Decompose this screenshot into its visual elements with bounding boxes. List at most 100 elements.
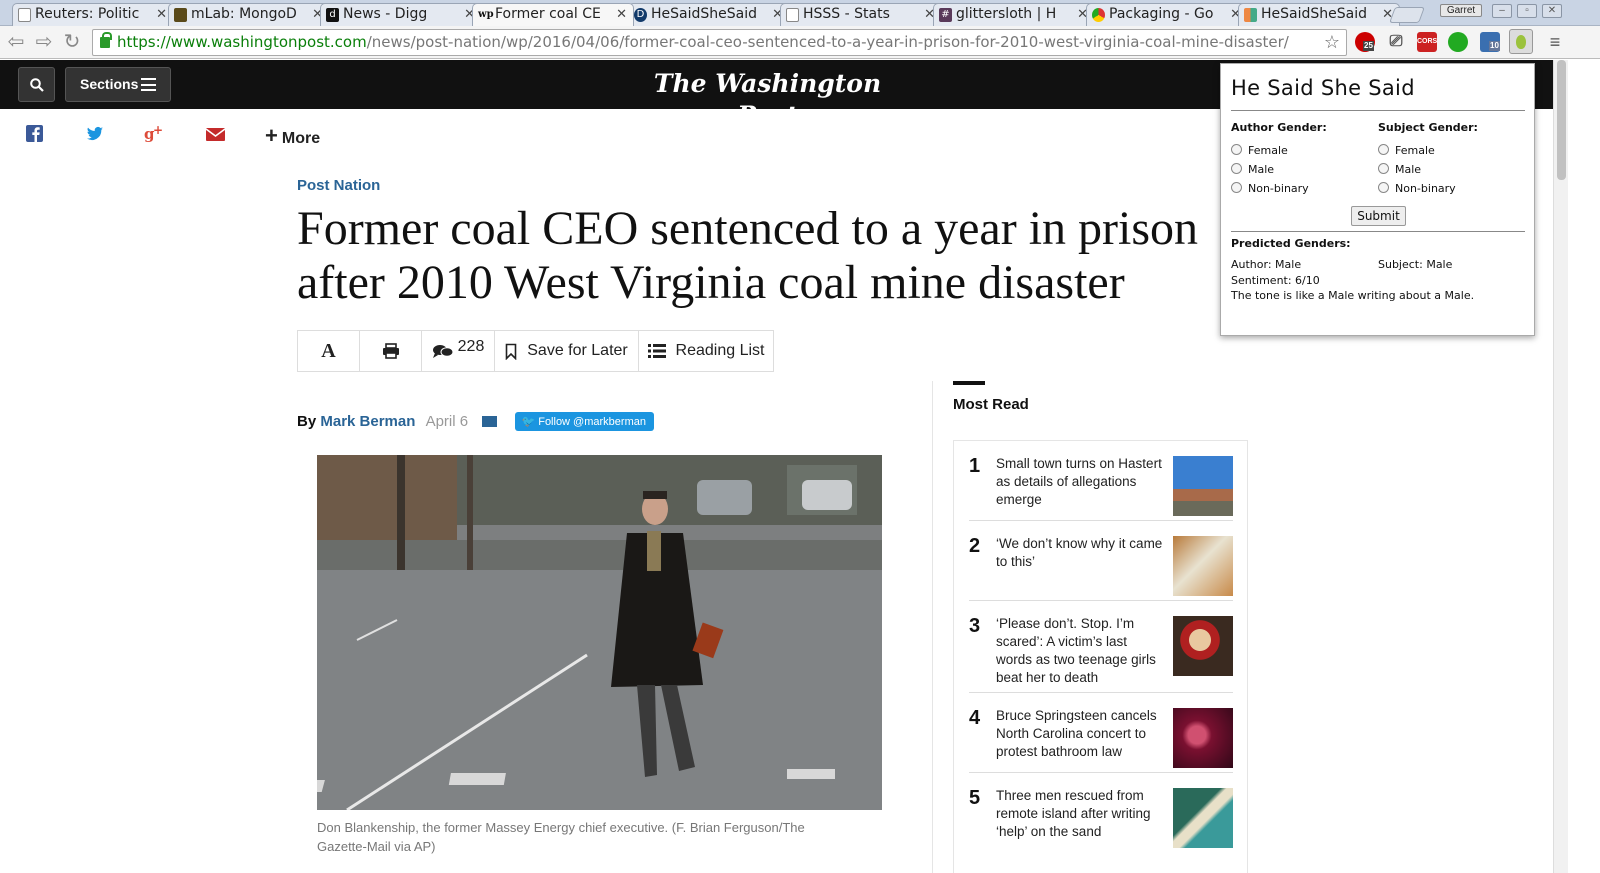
- email-share-icon[interactable]: [205, 124, 226, 144]
- item-thumbnail[interactable]: [1173, 536, 1233, 596]
- reading-list-label: Reading List: [675, 342, 765, 359]
- item-headline[interactable]: Three men rescued from remote island aft…: [996, 787, 1166, 841]
- back-icon[interactable]: ⇦: [4, 30, 28, 54]
- author-female-radio[interactable]: Female: [1231, 144, 1288, 157]
- search-button[interactable]: [18, 67, 55, 102]
- item-number: 2: [969, 535, 981, 557]
- font-size-button[interactable]: A: [298, 331, 360, 371]
- column-divider: [932, 381, 933, 873]
- section-kicker[interactable]: Post Nation: [297, 177, 380, 194]
- radio-circle[interactable]: [1231, 182, 1242, 193]
- cors-icon[interactable]: CORS: [1417, 32, 1437, 52]
- digg-icon: d: [326, 8, 339, 22]
- radio-circle[interactable]: [1231, 163, 1242, 174]
- tab-title: Packaging - Go: [1109, 6, 1214, 22]
- list-item[interactable]: 4 Bruce Springsteen cancels North Carolin…: [969, 693, 1233, 773]
- article-photo[interactable]: [317, 455, 882, 810]
- author-nonbinary-radio[interactable]: Non-binary: [1231, 182, 1309, 195]
- sections-button[interactable]: Sections: [65, 67, 171, 102]
- cast-icon[interactable]: ⎚: [1386, 32, 1406, 52]
- scrollbar-thumb[interactable]: [1557, 60, 1566, 180]
- print-button[interactable]: [360, 331, 422, 371]
- radio-circle[interactable]: [1378, 163, 1389, 174]
- submit-button[interactable]: Submit: [1351, 206, 1406, 226]
- window-icon[interactable]: 10: [1480, 32, 1500, 52]
- save-for-later-button[interactable]: Save for Later: [495, 331, 639, 371]
- close-icon[interactable]: ✕: [156, 4, 167, 25]
- tab-hesaidshesaid[interactable]: D HeSaidSheSaid ✕: [628, 3, 790, 26]
- close-icon[interactable]: ✕: [616, 4, 627, 25]
- reload-icon[interactable]: ↻: [60, 30, 84, 54]
- predicted-author: Author: Male: [1231, 258, 1302, 271]
- item-headline[interactable]: ‘We don’t know why it came to this’: [996, 535, 1166, 571]
- list-item[interactable]: 5 Three men rescued from remote island af…: [969, 773, 1233, 853]
- item-headline[interactable]: ‘Please don’t. Stop. I’m scared’: A vict…: [996, 615, 1166, 687]
- most-read-list: 1 Small town turns on Hastert as details …: [953, 440, 1248, 873]
- tab-digg[interactable]: d News - Digg ✕: [320, 3, 482, 26]
- address-bar[interactable]: https://www.washingtonpost.com/news/post…: [92, 29, 1347, 56]
- tab-title: Reuters: Politic: [35, 6, 140, 22]
- pear-icon: [1516, 35, 1526, 49]
- item-thumbnail[interactable]: [1173, 616, 1233, 676]
- site-logo[interactable]: The Washington Post: [620, 68, 915, 132]
- author-link[interactable]: Mark Berman: [320, 413, 415, 430]
- popup-title: He Said She Said: [1231, 76, 1415, 100]
- list-icon: [647, 344, 666, 358]
- ublock-icon[interactable]: 25: [1355, 32, 1375, 52]
- item-thumbnail[interactable]: [1173, 456, 1233, 516]
- radio-circle[interactable]: [1231, 144, 1242, 155]
- hesaidshesaid-popup: He Said She Said Author Gender: Subject …: [1220, 63, 1535, 336]
- spotify-icon[interactable]: [1448, 32, 1468, 52]
- tab-reuters[interactable]: Reuters: Politic ✕: [12, 3, 174, 26]
- radio-label: Non-binary: [1248, 182, 1309, 195]
- close-window-button[interactable]: ✕: [1542, 4, 1562, 18]
- email-author-icon[interactable]: [482, 416, 498, 427]
- item-number: 3: [969, 615, 981, 637]
- item-thumbnail[interactable]: [1173, 788, 1233, 848]
- author-gender-label: Author Gender:: [1231, 121, 1327, 134]
- tab-title: glittersloth | H: [956, 6, 1057, 22]
- tab-glittersloth[interactable]: # glittersloth | H ✕: [933, 3, 1095, 26]
- tab-packaging[interactable]: Packaging - Go ✕: [1086, 3, 1248, 26]
- item-headline[interactable]: Bruce Springsteen cancels North Carolina…: [996, 707, 1166, 761]
- window-badge: 10: [1489, 41, 1500, 51]
- tab-title: HeSaidSheSaid: [651, 6, 757, 22]
- radio-circle[interactable]: [1378, 182, 1389, 193]
- twitter-follow-button[interactable]: 🐦 Follow @markberman: [515, 412, 654, 431]
- new-tab-button[interactable]: [1389, 7, 1425, 23]
- tab-hsss-stats[interactable]: HSSS - Stats ✕: [780, 3, 942, 26]
- tab-mlab[interactable]: mLab: MongoD ✕: [168, 3, 330, 26]
- profile-button[interactable]: Garret: [1440, 4, 1482, 17]
- radio-label: Male: [1395, 163, 1422, 176]
- chrome-menu-icon[interactable]: ≡: [1546, 32, 1564, 52]
- maximize-button[interactable]: ▫: [1517, 4, 1537, 18]
- google-plus-share-icon[interactable]: g+: [144, 124, 166, 144]
- tab-hesaidshesaid-2[interactable]: HeSaidSheSaid ✕: [1238, 3, 1400, 26]
- list-item[interactable]: 3 ‘Please don’t. Stop. I’m scared’: A vic…: [969, 601, 1233, 693]
- list-item[interactable]: 1 Small town turns on Hastert as details …: [969, 441, 1233, 521]
- subject-nonbinary-radio[interactable]: Non-binary: [1378, 182, 1456, 195]
- facebook-share-icon[interactable]: [25, 124, 45, 144]
- item-number: 4: [969, 707, 981, 729]
- tab-washington-post[interactable]: wp Former coal CE ✕: [472, 3, 634, 26]
- list-item[interactable]: 2 ‘We don’t know why it came to this’: [969, 521, 1233, 601]
- page-scrollbar[interactable]: [1553, 60, 1568, 873]
- hesaidshesaid-extension-icon[interactable]: [1509, 29, 1533, 54]
- chrome-icon: [1092, 8, 1105, 22]
- twitter-share-icon[interactable]: [85, 124, 105, 144]
- radio-circle[interactable]: [1378, 144, 1389, 155]
- subject-female-radio[interactable]: Female: [1378, 144, 1435, 157]
- subject-male-radio[interactable]: Male: [1378, 163, 1421, 176]
- item-thumbnail[interactable]: [1173, 708, 1233, 768]
- author-male-radio[interactable]: Male: [1231, 163, 1274, 176]
- item-headline[interactable]: Small town turns on Hastert as details o…: [996, 455, 1166, 509]
- plus-icon: +: [265, 123, 278, 148]
- bookmark-star-icon[interactable]: ☆: [1324, 30, 1340, 55]
- lock-icon: [100, 32, 112, 48]
- forward-icon[interactable]: ⇨: [32, 30, 56, 54]
- minimize-button[interactable]: –: [1492, 4, 1512, 18]
- reading-list-button[interactable]: Reading List: [639, 331, 773, 371]
- more-share-button[interactable]: + More: [265, 125, 320, 148]
- slack-icon: #: [939, 8, 952, 22]
- comments-button[interactable]: 228: [422, 331, 495, 371]
